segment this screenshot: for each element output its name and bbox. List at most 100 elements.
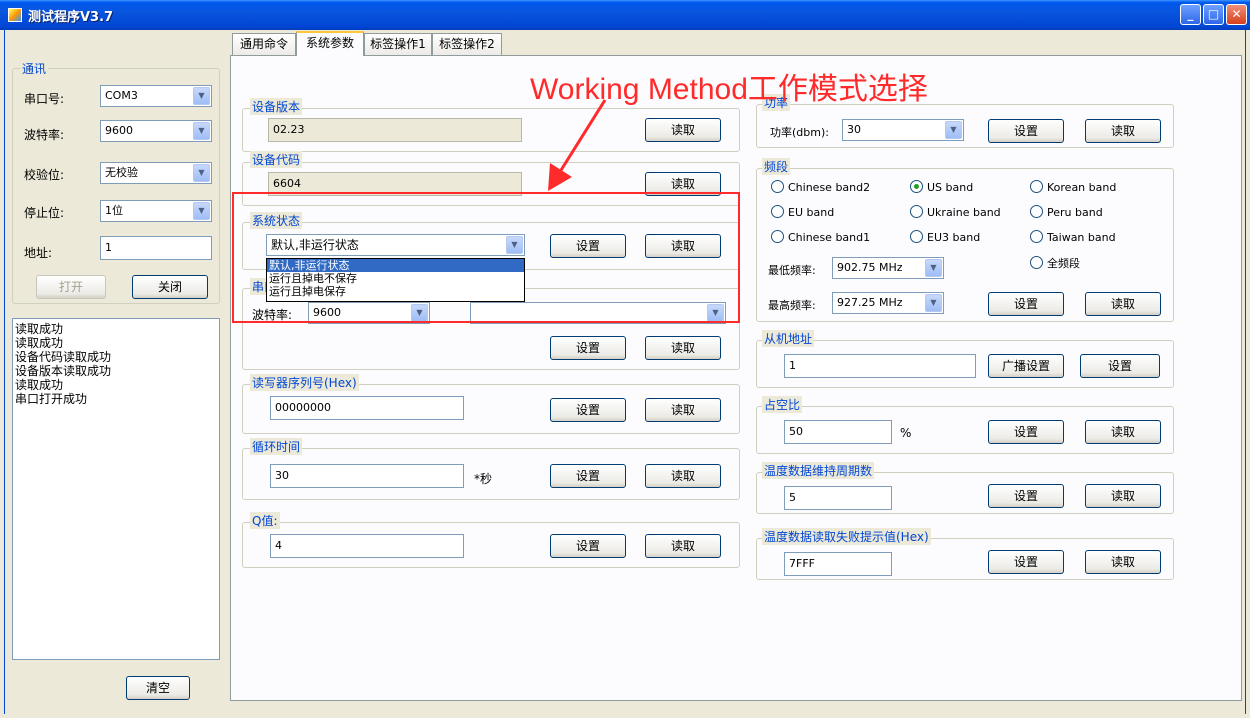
chevron-down-icon[interactable]: ▼	[925, 294, 942, 312]
title-bar[interactable]	[0, 0, 1250, 30]
max-freq-select[interactable]: 927.25 MHz ▼	[832, 292, 944, 314]
band-radio[interactable]: Chinese band1	[771, 230, 870, 244]
band-radio[interactable]: Peru band	[1030, 205, 1103, 219]
address-label: 地址:	[24, 246, 53, 260]
radio-icon[interactable]	[1030, 180, 1043, 193]
log-line: 串口打开成功	[15, 392, 88, 406]
radio-icon[interactable]	[910, 205, 923, 218]
set-q-button[interactable]: 设置	[550, 534, 626, 558]
band-radio[interactable]: Taiwan band	[1030, 230, 1116, 244]
duty-cycle-label: 占空比	[762, 396, 803, 413]
band-label: 频段	[762, 158, 791, 175]
read-serial-button[interactable]: 读取	[645, 336, 721, 360]
set-serial-button[interactable]: 设置	[550, 336, 626, 360]
power-field-label: 功率(dbm):	[770, 126, 829, 139]
chevron-down-icon[interactable]: ▼	[193, 122, 210, 140]
log-line: 设备版本读取成功	[15, 364, 112, 378]
reader-sn-input[interactable]: 00000000	[270, 396, 464, 420]
slave-address-input[interactable]: 1	[784, 354, 976, 378]
set-cycle-button[interactable]: 设置	[550, 464, 626, 488]
radio-icon[interactable]	[771, 230, 784, 243]
min-freq-label: 最低频率:	[768, 264, 816, 277]
full-band-radio[interactable]: 全频段	[1030, 255, 1080, 271]
cycle-time-input[interactable]: 30	[270, 464, 464, 488]
maximize-icon[interactable]: □	[1203, 4, 1224, 25]
radio-icon[interactable]	[771, 205, 784, 218]
app-icon	[8, 8, 22, 22]
address-input[interactable]: 1	[100, 236, 212, 260]
radio-icon[interactable]	[1030, 256, 1043, 269]
clear-log-button[interactable]: 清空	[126, 676, 190, 700]
baud-label: 波特率:	[24, 128, 65, 142]
log-line: 读取成功	[15, 322, 64, 336]
version-label: 设备版本	[250, 98, 303, 115]
set-reader-sn-button[interactable]: 设置	[550, 398, 626, 422]
chevron-down-icon[interactable]: ▼	[193, 202, 210, 220]
version-field: 02.23	[268, 118, 522, 142]
window-title: 测试程序V3.7	[28, 10, 114, 25]
read-cycle-button[interactable]: 读取	[645, 464, 721, 488]
log-line: 读取成功	[15, 378, 64, 392]
chevron-down-icon[interactable]: ▼	[193, 164, 210, 182]
device-code-label: 设备代码	[250, 151, 303, 168]
chevron-down-icon[interactable]: ▼	[925, 259, 942, 277]
band-radio[interactable]: Ukraine band	[910, 205, 1001, 219]
set-power-button[interactable]: 设置	[988, 119, 1064, 143]
radio-icon[interactable]	[910, 230, 923, 243]
baud-select[interactable]: 9600 ▼	[100, 120, 212, 142]
band-radio[interactable]: US band	[910, 180, 973, 194]
temp-period-input[interactable]: 5	[784, 486, 892, 510]
temp-period-label: 温度数据维持周期数	[762, 462, 875, 479]
cycle-time-label: 循环时间	[250, 438, 303, 455]
tab-general-commands[interactable]: 通用命令	[232, 33, 296, 55]
port-select[interactable]: COM3 ▼	[100, 85, 212, 107]
set-temp-period-button[interactable]: 设置	[988, 484, 1064, 508]
max-freq-label: 最高频率:	[768, 299, 816, 312]
read-power-button[interactable]: 读取	[1085, 119, 1161, 143]
duty-cycle-input[interactable]: 50	[784, 420, 892, 444]
chevron-down-icon[interactable]: ▼	[945, 121, 962, 139]
band-radio[interactable]: Korean band	[1030, 180, 1116, 194]
radio-checked-icon[interactable]	[910, 180, 923, 193]
stop-bits-select[interactable]: 1位 ▼	[100, 200, 212, 222]
band-radio[interactable]: Chinese band2	[771, 180, 870, 194]
open-port-button[interactable]: 打开	[36, 275, 106, 299]
parity-select[interactable]: 无校验 ▼	[100, 162, 212, 184]
temp-fail-label: 温度数据读取失败提示值(Hex)	[762, 528, 931, 545]
close-icon[interactable]: ✕	[1226, 4, 1247, 25]
tab-tag-ops-2[interactable]: 标签操作2	[432, 33, 502, 55]
set-band-button[interactable]: 设置	[988, 292, 1064, 316]
log-line: 读取成功	[15, 336, 64, 350]
tab-tag-ops-1[interactable]: 标签操作1	[364, 33, 432, 55]
min-freq-select[interactable]: 902.75 MHz ▼	[832, 257, 944, 279]
radio-icon[interactable]	[771, 180, 784, 193]
log-list[interactable]: 读取成功 读取成功 设备代码读取成功 设备版本读取成功 读取成功 串口打开成功	[12, 318, 220, 660]
close-port-button[interactable]: 关闭	[132, 275, 208, 299]
read-version-button[interactable]: 读取	[645, 118, 721, 142]
set-duty-button[interactable]: 设置	[988, 420, 1064, 444]
tab-system-params[interactable]: 系统参数	[296, 31, 364, 56]
read-temp-period-button[interactable]: 读取	[1085, 484, 1161, 508]
broadcast-set-button[interactable]: 广播设置	[988, 354, 1064, 378]
set-temp-fail-button[interactable]: 设置	[988, 550, 1064, 574]
annotation-highlight-box	[232, 192, 740, 323]
radio-icon[interactable]	[1030, 205, 1043, 218]
q-value-input[interactable]: 4	[270, 534, 464, 558]
read-temp-fail-button[interactable]: 读取	[1085, 550, 1161, 574]
read-band-button[interactable]: 读取	[1085, 292, 1161, 316]
minimize-icon[interactable]: _	[1180, 4, 1201, 25]
slave-address-label: 从机地址	[762, 330, 815, 347]
read-q-button[interactable]: 读取	[645, 534, 721, 558]
power-select[interactable]: 30 ▼	[842, 119, 964, 141]
read-duty-button[interactable]: 读取	[1085, 420, 1161, 444]
read-reader-sn-button[interactable]: 读取	[645, 398, 721, 422]
temp-fail-input[interactable]: 7FFF	[784, 552, 892, 576]
radio-icon[interactable]	[1030, 230, 1043, 243]
port-label: 串口号:	[24, 92, 65, 106]
chevron-down-icon[interactable]: ▼	[193, 87, 210, 105]
set-slave-address-button[interactable]: 设置	[1080, 354, 1160, 378]
band-radio[interactable]: EU3 band	[910, 230, 980, 244]
annotation-arrow-icon	[548, 99, 607, 191]
band-radio[interactable]: EU band	[771, 205, 834, 219]
parity-label: 校验位:	[24, 168, 65, 182]
